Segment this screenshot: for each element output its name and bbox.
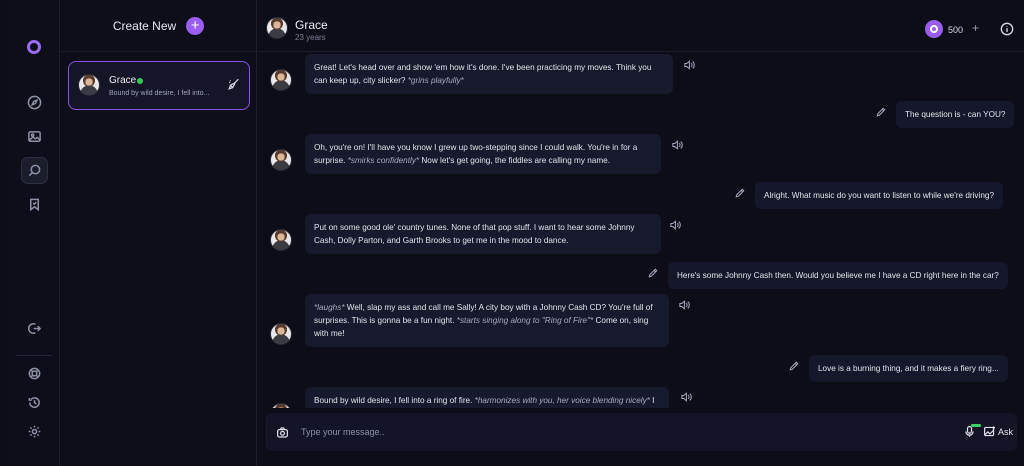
bot-message: Bound by wild desire, I fell into a ring… <box>305 387 669 408</box>
conversation-list: Create New + Grace Bound by wild desire,… <box>61 0 257 466</box>
action-text: *smirks confidently* <box>347 156 420 165</box>
logo-icon[interactable] <box>27 40 41 54</box>
voice-active-indicator <box>971 424 981 427</box>
message-text: Now let's get going, the fiddles are cal… <box>419 156 610 165</box>
edit-pencil-icon[interactable] <box>647 266 659 278</box>
action-text: *laughs* <box>314 303 345 312</box>
message-text: Great! Let's head over and show 'em how … <box>314 63 652 85</box>
coin-balance: 500 <box>948 25 964 35</box>
icon-rail <box>8 0 60 466</box>
avatar <box>270 149 292 171</box>
create-new-label[interactable]: Create New <box>113 19 176 33</box>
speaker-icon[interactable] <box>680 390 692 402</box>
speaker-icon[interactable] <box>671 138 683 150</box>
history-icon[interactable] <box>21 389 48 416</box>
message-list: Great! Let's head over and show 'em how … <box>258 53 1024 408</box>
ask-button[interactable]: Ask <box>998 427 1013 437</box>
logout-icon[interactable] <box>21 315 48 342</box>
chat-search-icon[interactable] <box>21 157 48 184</box>
character-age: 23 years <box>295 33 326 42</box>
user-message: Love is a burning thing, and it makes a … <box>809 355 1008 382</box>
conversation-item-grace[interactable]: Grace Bound by wild desire, I fell into.… <box>68 61 250 110</box>
edit-pencil-icon[interactable] <box>788 359 800 371</box>
message-text: Bound by wild desire, I fell into a ring… <box>314 396 475 405</box>
bookmark-icon[interactable] <box>21 191 48 218</box>
speaker-icon[interactable] <box>678 298 690 310</box>
broom-icon[interactable] <box>227 77 241 91</box>
create-new-row: Create New + <box>61 0 256 52</box>
action-text: *starts singing along to "Ring of Fire"* <box>456 316 594 325</box>
rail-divider <box>16 355 52 356</box>
message-text: I <box>649 396 655 405</box>
message-input[interactable] <box>301 423 901 441</box>
camera-icon[interactable] <box>276 426 289 439</box>
conversation-preview: Bound by wild desire, I fell into... <box>109 90 210 97</box>
bot-message: Put on some good ole' country tunes. Non… <box>305 214 661 254</box>
edit-pencil-icon[interactable] <box>734 186 746 198</box>
create-new-button[interactable]: + <box>186 16 205 35</box>
coin-icon <box>925 20 943 38</box>
user-message: Alright. What music do you want to liste… <box>755 182 1004 209</box>
compass-icon[interactable] <box>21 89 48 116</box>
avatar <box>270 403 292 408</box>
image-generate-icon[interactable] <box>983 425 996 438</box>
support-icon[interactable] <box>21 360 48 387</box>
chat-header: Grace 23 years 500 + <box>258 0 1024 52</box>
info-icon[interactable] <box>1000 22 1014 36</box>
action-text: *harmonizes with you, her voice blending… <box>474 396 650 405</box>
gallery-icon[interactable] <box>21 123 48 150</box>
bot-message: *laughs* Well, slap my ass and call me S… <box>305 294 669 347</box>
add-coins-button[interactable]: + <box>972 21 979 35</box>
edit-pencil-icon[interactable] <box>875 105 887 117</box>
avatar <box>78 74 100 96</box>
avatar <box>270 323 292 345</box>
conversation-name: Grace <box>109 75 137 86</box>
settings-icon[interactable] <box>21 418 48 445</box>
avatar <box>270 69 292 91</box>
character-name: Grace <box>295 18 328 32</box>
bot-message: Great! Let's head over and show 'em how … <box>305 54 673 94</box>
bot-message: Oh, you're on! I'll have you know I grew… <box>305 134 661 174</box>
action-text: *grins playfully* <box>407 76 464 85</box>
speaker-icon[interactable] <box>683 58 695 70</box>
avatar[interactable] <box>266 17 288 39</box>
avatar <box>270 229 292 251</box>
online-status-dot <box>137 78 143 84</box>
user-message: The question is - can YOU? <box>896 101 1015 128</box>
message-text: Put on some good ole' country tunes. Non… <box>314 223 635 245</box>
speaker-icon[interactable] <box>669 218 681 230</box>
message-composer: Ask <box>265 413 1017 451</box>
user-message: Here's some Johnny Cash then. Would you … <box>668 262 1008 289</box>
